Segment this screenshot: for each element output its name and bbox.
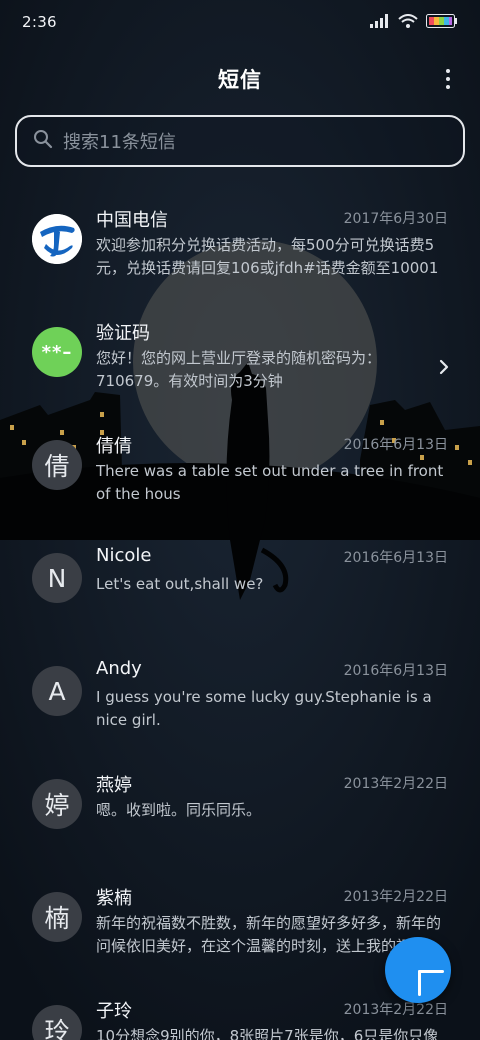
avatar: A [32,666,82,716]
avatar: 婷 [32,779,82,829]
conversation-preview: 10分想念9别的你，8张照片7张是你，6只是你只像你，4根骨头3根归你，2爪着地… [96,1027,439,1040]
app-header: 短信 [0,54,480,104]
status-time: 2:36 [22,13,57,31]
conversation-name: Andy [96,658,142,679]
wifi-icon [398,13,418,32]
conversation-date: 2016年6月13日 [343,663,448,679]
avatar: 玲 [32,1005,82,1040]
conversation-name: 中国电信 [96,210,168,231]
conversation-name: 子玲 [96,1001,132,1022]
conversation-preview: 欢迎参加积分兑换话费活动，每500分可兑换话费5元，兑换话费请回复106或jfd… [96,236,439,277]
conversation-date: 2017年6月30日 [343,211,448,227]
conversation-date: 2013年2月22日 [343,776,448,792]
signal-icon [370,13,390,32]
conversation-row-nicole[interactable]: N Nicole 2016年6月13日 Let's eat out,shall … [0,527,480,640]
conversation-date: 2013年2月22日 [343,889,448,905]
conversation-name: 倩倩 [96,436,132,457]
conversation-preview: 嗯。收到啦。同乐同乐。 [96,801,262,819]
avatar: 倩 [32,440,82,490]
avatar: N [32,553,82,603]
conversation-row-andy[interactable]: A Andy 2016年6月13日 I guess you're some lu… [0,640,480,753]
new-message-button[interactable] [385,937,451,1003]
conversation-date: 2016年6月13日 [343,437,448,453]
conversation-list: 中国电信 2017年6月30日 欢迎参加积分兑换话费活动，每500分可兑换话费5… [0,188,480,1040]
conversation-name: 紫楠 [96,888,132,909]
avatar: 楠 [32,892,82,942]
search-placeholder: 搜索11条短信 [63,132,176,153]
search-icon [33,129,53,153]
china-telecom-logo [32,214,82,264]
conversation-row-qianqian[interactable]: 倩 倩倩 2016年6月13日 There was a table set ou… [0,414,480,527]
conversation-row-verification-code[interactable]: **– 验证码 您好！您的网上营业厅登录的随机密码为：710679。有效时间为3… [0,301,480,414]
conversation-name: 燕婷 [96,775,132,796]
conversation-preview: There was a table set out under a tree i… [96,462,444,503]
chevron-right-icon[interactable] [438,359,450,375]
conversation-row-yanting[interactable]: 婷 燕婷 2013年2月22日 嗯。收到啦。同乐同乐。 [0,753,480,866]
conversation-name: Nicole [96,545,152,566]
verification-code-avatar: **– [32,327,82,377]
conversation-preview: I guess you're some lucky guy.Stephanie … [96,688,432,729]
conversation-name: 验证码 [96,323,150,344]
conversation-row-china-telecom[interactable]: 中国电信 2017年6月30日 欢迎参加积分兑换话费活动，每500分可兑换话费5… [0,188,480,301]
more-vertical-icon[interactable] [440,67,456,91]
conversation-date: 2016年6月13日 [343,550,448,566]
battery-icon [426,13,458,32]
status-bar: 2:36 [0,0,480,44]
search-input[interactable]: 搜索11条短信 [15,115,465,167]
conversation-preview: 您好！您的网上营业厅登录的随机密码为：710679。有效时间为3分钟 [96,349,382,390]
conversation-preview: Let's eat out,shall we? [96,575,264,593]
page-title: 短信 [218,68,262,92]
conversation-date: 2013年2月22日 [343,1002,448,1018]
